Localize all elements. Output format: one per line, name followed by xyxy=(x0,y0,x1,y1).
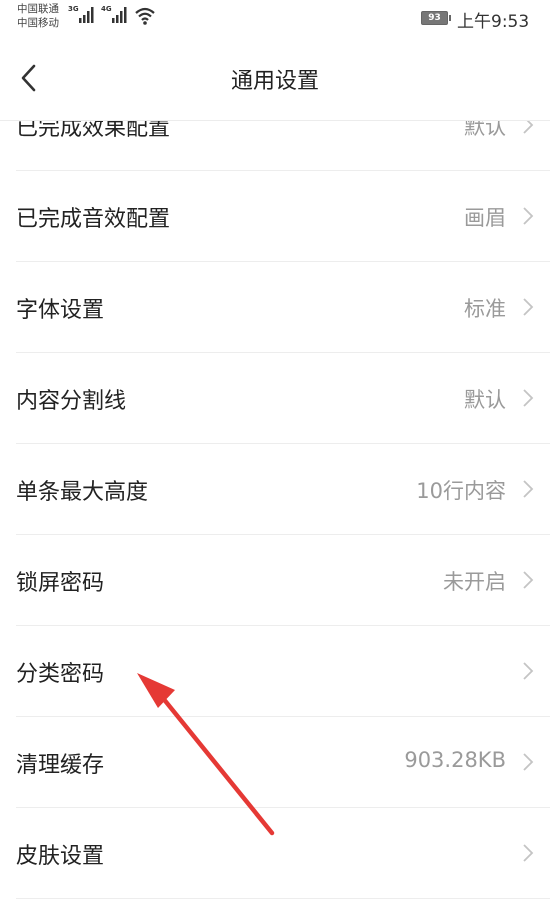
status-bar: 中国联通 中国移动 3G 4G 93 上午9:53 xyxy=(0,0,550,36)
battery-icon: 93 xyxy=(421,11,451,25)
chevron-right-icon xyxy=(523,207,534,225)
setting-row-category-password[interactable]: 分类密码 xyxy=(16,626,550,717)
carrier-1: 中国联通 xyxy=(17,3,59,15)
carrier-2: 中国移动 xyxy=(17,17,59,29)
chevron-right-icon xyxy=(523,662,534,680)
setting-label: 锁屏密码 xyxy=(16,571,105,596)
setting-row-complete-sound[interactable]: 已完成音效配置 画眉 xyxy=(16,171,550,262)
title-bar: 通用设置 xyxy=(0,36,550,121)
status-time: 上午9:53 xyxy=(457,12,530,32)
setting-label: 分类密码 xyxy=(16,662,105,687)
chevron-right-icon xyxy=(523,298,534,316)
setting-row-lock-password[interactable]: 锁屏密码 未开启 xyxy=(16,535,550,626)
setting-value: 未开启 xyxy=(443,570,506,594)
setting-row-skin[interactable]: 皮肤设置 xyxy=(16,808,550,899)
setting-value: 10行内容 xyxy=(416,479,506,503)
chevron-right-icon xyxy=(523,389,534,407)
chevron-right-icon xyxy=(523,480,534,498)
setting-row-divider[interactable]: 内容分割线 默认 xyxy=(16,353,550,444)
carrier-names: 中国联通 中国移动 xyxy=(17,2,59,30)
setting-row-max-height[interactable]: 单条最大高度 10行内容 xyxy=(16,444,550,535)
setting-label: 字体设置 xyxy=(16,298,105,323)
settings-list: 已完成效果配置 默认 已完成音效配置 画眉 字体设置 标准 内容分割线 默认 单… xyxy=(0,80,550,899)
setting-label: 皮肤设置 xyxy=(16,844,105,869)
setting-label: 内容分割线 xyxy=(16,389,127,414)
setting-value: 标准 xyxy=(464,297,506,321)
setting-label: 已完成音效配置 xyxy=(16,207,171,232)
setting-value: 默认 xyxy=(464,388,506,412)
chevron-right-icon xyxy=(523,753,534,771)
chevron-right-icon xyxy=(523,571,534,589)
page-title: 通用设置 xyxy=(230,69,319,94)
setting-row-font[interactable]: 字体设置 标准 xyxy=(16,262,550,353)
setting-label: 单条最大高度 xyxy=(16,480,149,505)
chevron-right-icon xyxy=(523,844,534,862)
setting-value: 903.28KB xyxy=(404,748,506,772)
wifi-icon xyxy=(135,7,155,25)
setting-value: 画眉 xyxy=(464,206,506,230)
setting-label: 清理缓存 xyxy=(16,753,105,778)
setting-row-clear-cache[interactable]: 清理缓存 903.28KB xyxy=(16,717,550,808)
